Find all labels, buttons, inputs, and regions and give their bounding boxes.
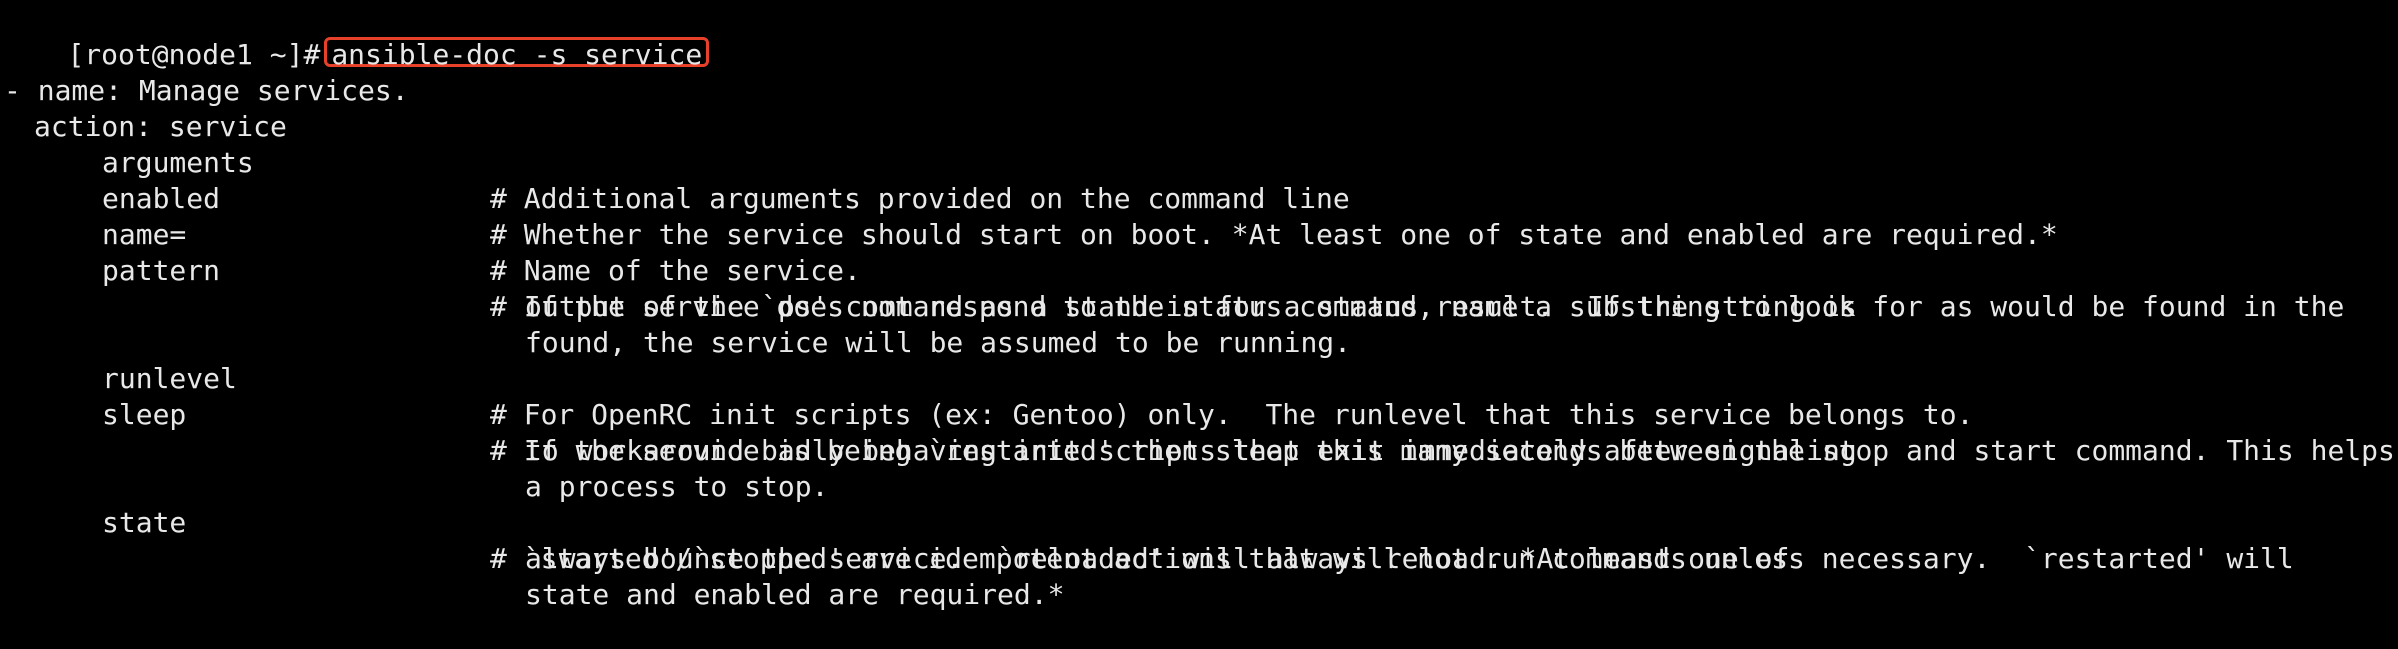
option-continuation: always bounce the service. `reloaded' wi… <box>0 505 2398 575</box>
option-description-continued: state and enabled are required.* <box>525 578 1065 611</box>
prompt-line: [root@node1 ~]# ansible-doc -s service <box>0 1 2398 71</box>
option-row: state # `started'/`stopped' are idempote… <box>0 469 2398 575</box>
option-row: arguments # Additional arguments provide… <box>0 109 2398 215</box>
option-continuation: a process to stop. <box>0 433 2398 503</box>
option-row: name= # Name of the service. <box>0 181 2398 287</box>
option-row: enabled # Whether the service should sta… <box>0 145 2398 251</box>
output-line-name: - name: Manage services. <box>0 37 2398 107</box>
option-continuation: to workaround badly behaving init script… <box>0 397 2398 467</box>
output-line-action: action: service <box>0 73 2398 143</box>
option-row: runlevel # For OpenRC init scripts (ex: … <box>0 325 2398 431</box>
option-continuation: found, the service will be assumed to be… <box>0 289 2398 359</box>
option-row: sleep # If the service is being `restart… <box>0 361 2398 467</box>
option-row: pattern # If the service does not respon… <box>0 217 2398 323</box>
option-continuation: state and enabled are required.* <box>0 541 2398 611</box>
terminal-window[interactable]: [root@node1 ~]# ansible-doc -s service - … <box>0 0 2398 611</box>
option-continuation: output of the `ps' command as a stand-in… <box>0 253 2398 323</box>
